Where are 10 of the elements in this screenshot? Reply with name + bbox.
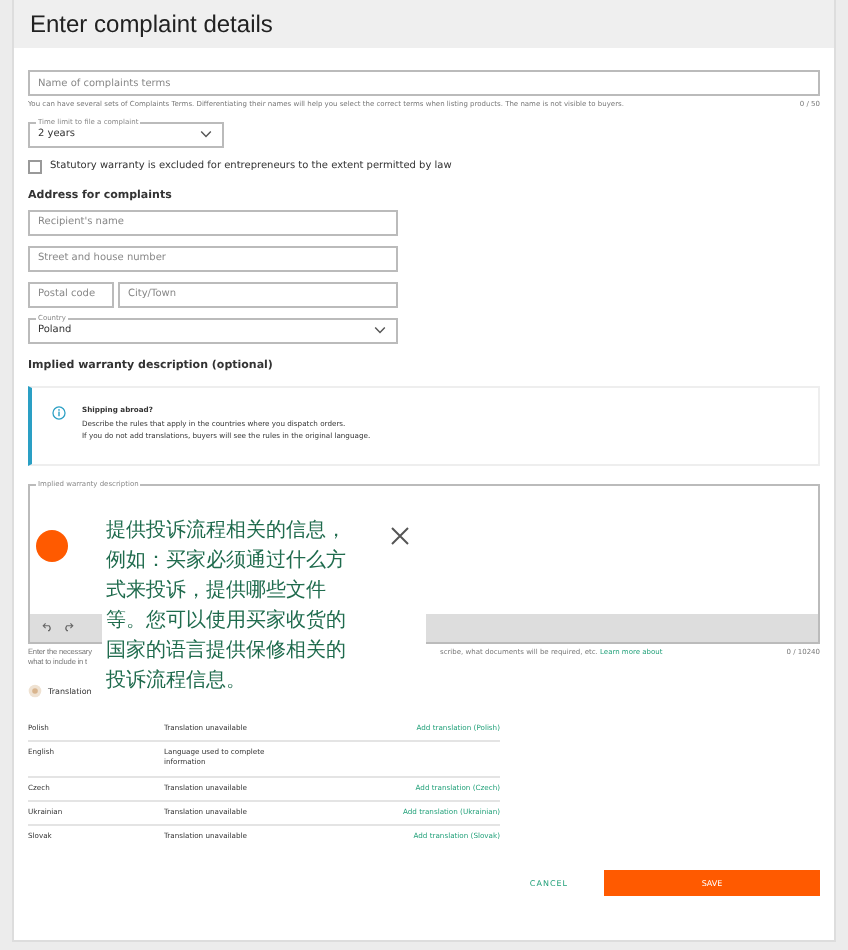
close-icon[interactable] xyxy=(390,526,410,546)
tooltip-text: 提供投诉流程相关的信息，例如：买家必须通过什么方式来投诉，提供哪些文件等。您可以使用买家收货的国家的语言提供保修相关的投诉流程信息。 xyxy=(106,517,348,696)
redo-icon[interactable] xyxy=(62,622,74,633)
page-title: Enter complaint details xyxy=(30,10,273,38)
checkbox[interactable] xyxy=(28,159,42,174)
translation-icon xyxy=(28,683,42,698)
chevron-down-icon xyxy=(200,130,212,139)
chevron-down-icon xyxy=(374,326,386,335)
undo-icon[interactable] xyxy=(42,622,54,633)
info-icon xyxy=(52,405,66,420)
